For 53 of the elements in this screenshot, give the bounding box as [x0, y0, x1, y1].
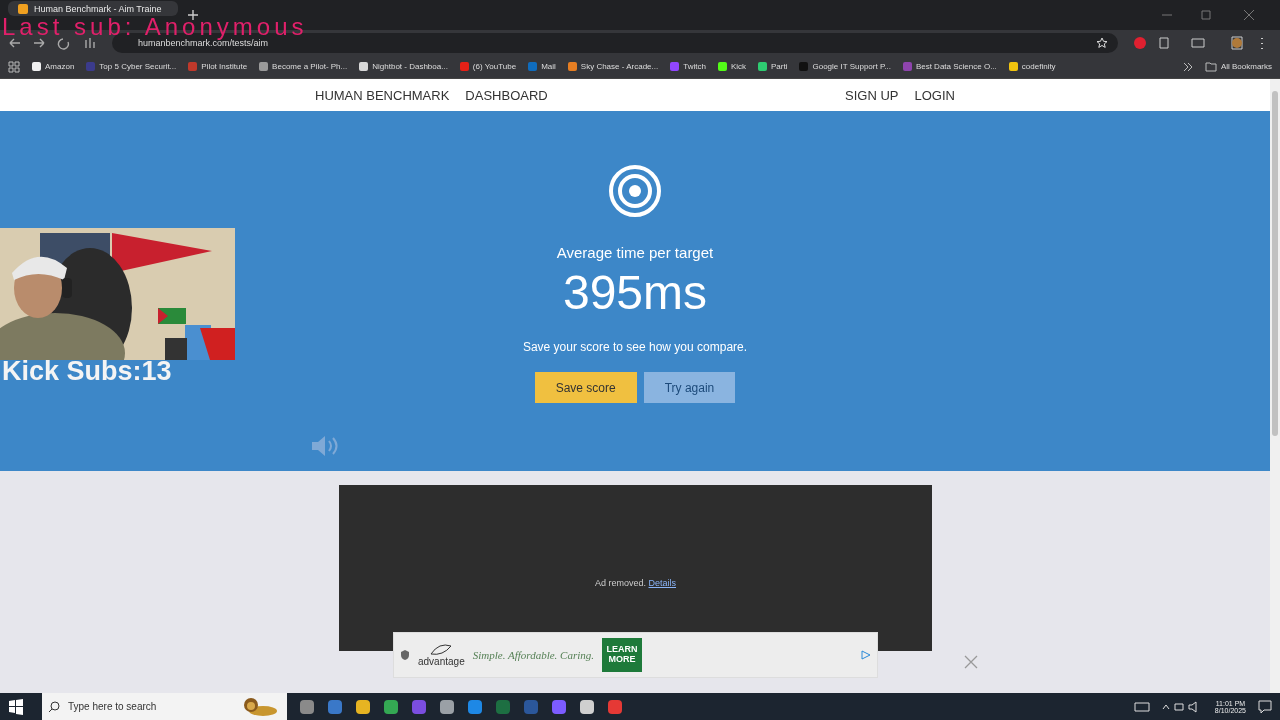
- search-input[interactable]: Type here to search: [66, 700, 235, 713]
- navigation-icon[interactable]: [8, 35, 98, 50]
- bookmark[interactable]: Sky Chase - Arcade...: [567, 62, 659, 71]
- result-value: 395ms: [562, 265, 708, 320]
- app-icon[interactable]: [355, 698, 371, 715]
- target-icon: [608, 164, 662, 218]
- ad-choices-icon[interactable]: [861, 650, 871, 660]
- action-button[interactable]: Save score: [534, 372, 637, 403]
- app-icon[interactable]: [299, 698, 315, 715]
- nav-link[interactable]: DASHBOARD: [465, 87, 548, 103]
- search-icon: [48, 700, 60, 713]
- new-tab-icon[interactable]: [188, 10, 198, 20]
- bookmark[interactable]: Best Data Science O...: [902, 62, 997, 71]
- ad-notice: Ad removed.: [594, 578, 646, 588]
- brand-link[interactable]: HUMAN BENCHMARK: [315, 87, 450, 103]
- bookmark[interactable]: Parti: [758, 62, 788, 71]
- ad-banner[interactable]: advantage Simple. Affordable. Caring. LEARN MORE: [393, 632, 878, 678]
- app-icon[interactable]: [467, 698, 483, 715]
- all-bookmarks-link[interactable]: All Bookmarks: [1204, 61, 1272, 72]
- app-icon[interactable]: [383, 698, 399, 715]
- notification-icon[interactable]: [1258, 699, 1272, 714]
- chevron-icon[interactable]: [1182, 61, 1193, 72]
- bookmark[interactable]: Google IT Support P...: [799, 62, 891, 71]
- nav-link[interactable]: SIGN UP: [845, 87, 899, 103]
- windows-start-icon[interactable]: [8, 698, 24, 715]
- app-icon[interactable]: [439, 698, 455, 715]
- leaf-icon: [429, 643, 454, 656]
- apps-grid-icon[interactable]: [8, 60, 20, 73]
- app-icon[interactable]: [579, 698, 595, 715]
- bookmark[interactable]: Amazon: [32, 62, 75, 71]
- bookmark[interactable]: codefinity: [1008, 62, 1056, 71]
- bookmark[interactable]: Mail: [528, 62, 556, 71]
- shield-icon: [400, 650, 410, 660]
- sub-count-overlay: Kick Subs:13: [2, 356, 172, 387]
- details-link[interactable]: Details: [648, 578, 677, 588]
- bookmark[interactable]: Top 5 Cyber Securit...: [86, 62, 177, 71]
- action-button[interactable]: Try again: [643, 372, 736, 403]
- bookmark[interactable]: Nightbot - Dashboa...: [359, 62, 448, 71]
- bookmark[interactable]: (6) YouTube: [459, 62, 517, 71]
- star-icon[interactable]: [1096, 36, 1108, 49]
- bookmark[interactable]: Pilot Institute: [188, 62, 248, 71]
- hint-text: Save your score to see how you compare.: [522, 340, 748, 354]
- learn-more-button[interactable]: LEARN MORE: [602, 638, 643, 672]
- result-label: Average time per target: [556, 244, 714, 261]
- bookmark[interactable]: Become a Pilot- Ph...: [259, 62, 348, 71]
- browser-tab[interactable]: Human Benchmark - Aim Traine: [8, 1, 178, 16]
- ad-brand: advantage: [418, 655, 465, 667]
- ad-tagline: Simple. Affordable. Caring.: [472, 649, 595, 661]
- taskbar-search-field[interactable]: Type here to search: [42, 693, 287, 720]
- nav-link[interactable]: LOGIN: [914, 87, 955, 103]
- bookmark[interactable]: Twitch: [670, 62, 706, 71]
- bookmark[interactable]: Kick: [717, 62, 746, 71]
- folder-icon: [1204, 61, 1217, 72]
